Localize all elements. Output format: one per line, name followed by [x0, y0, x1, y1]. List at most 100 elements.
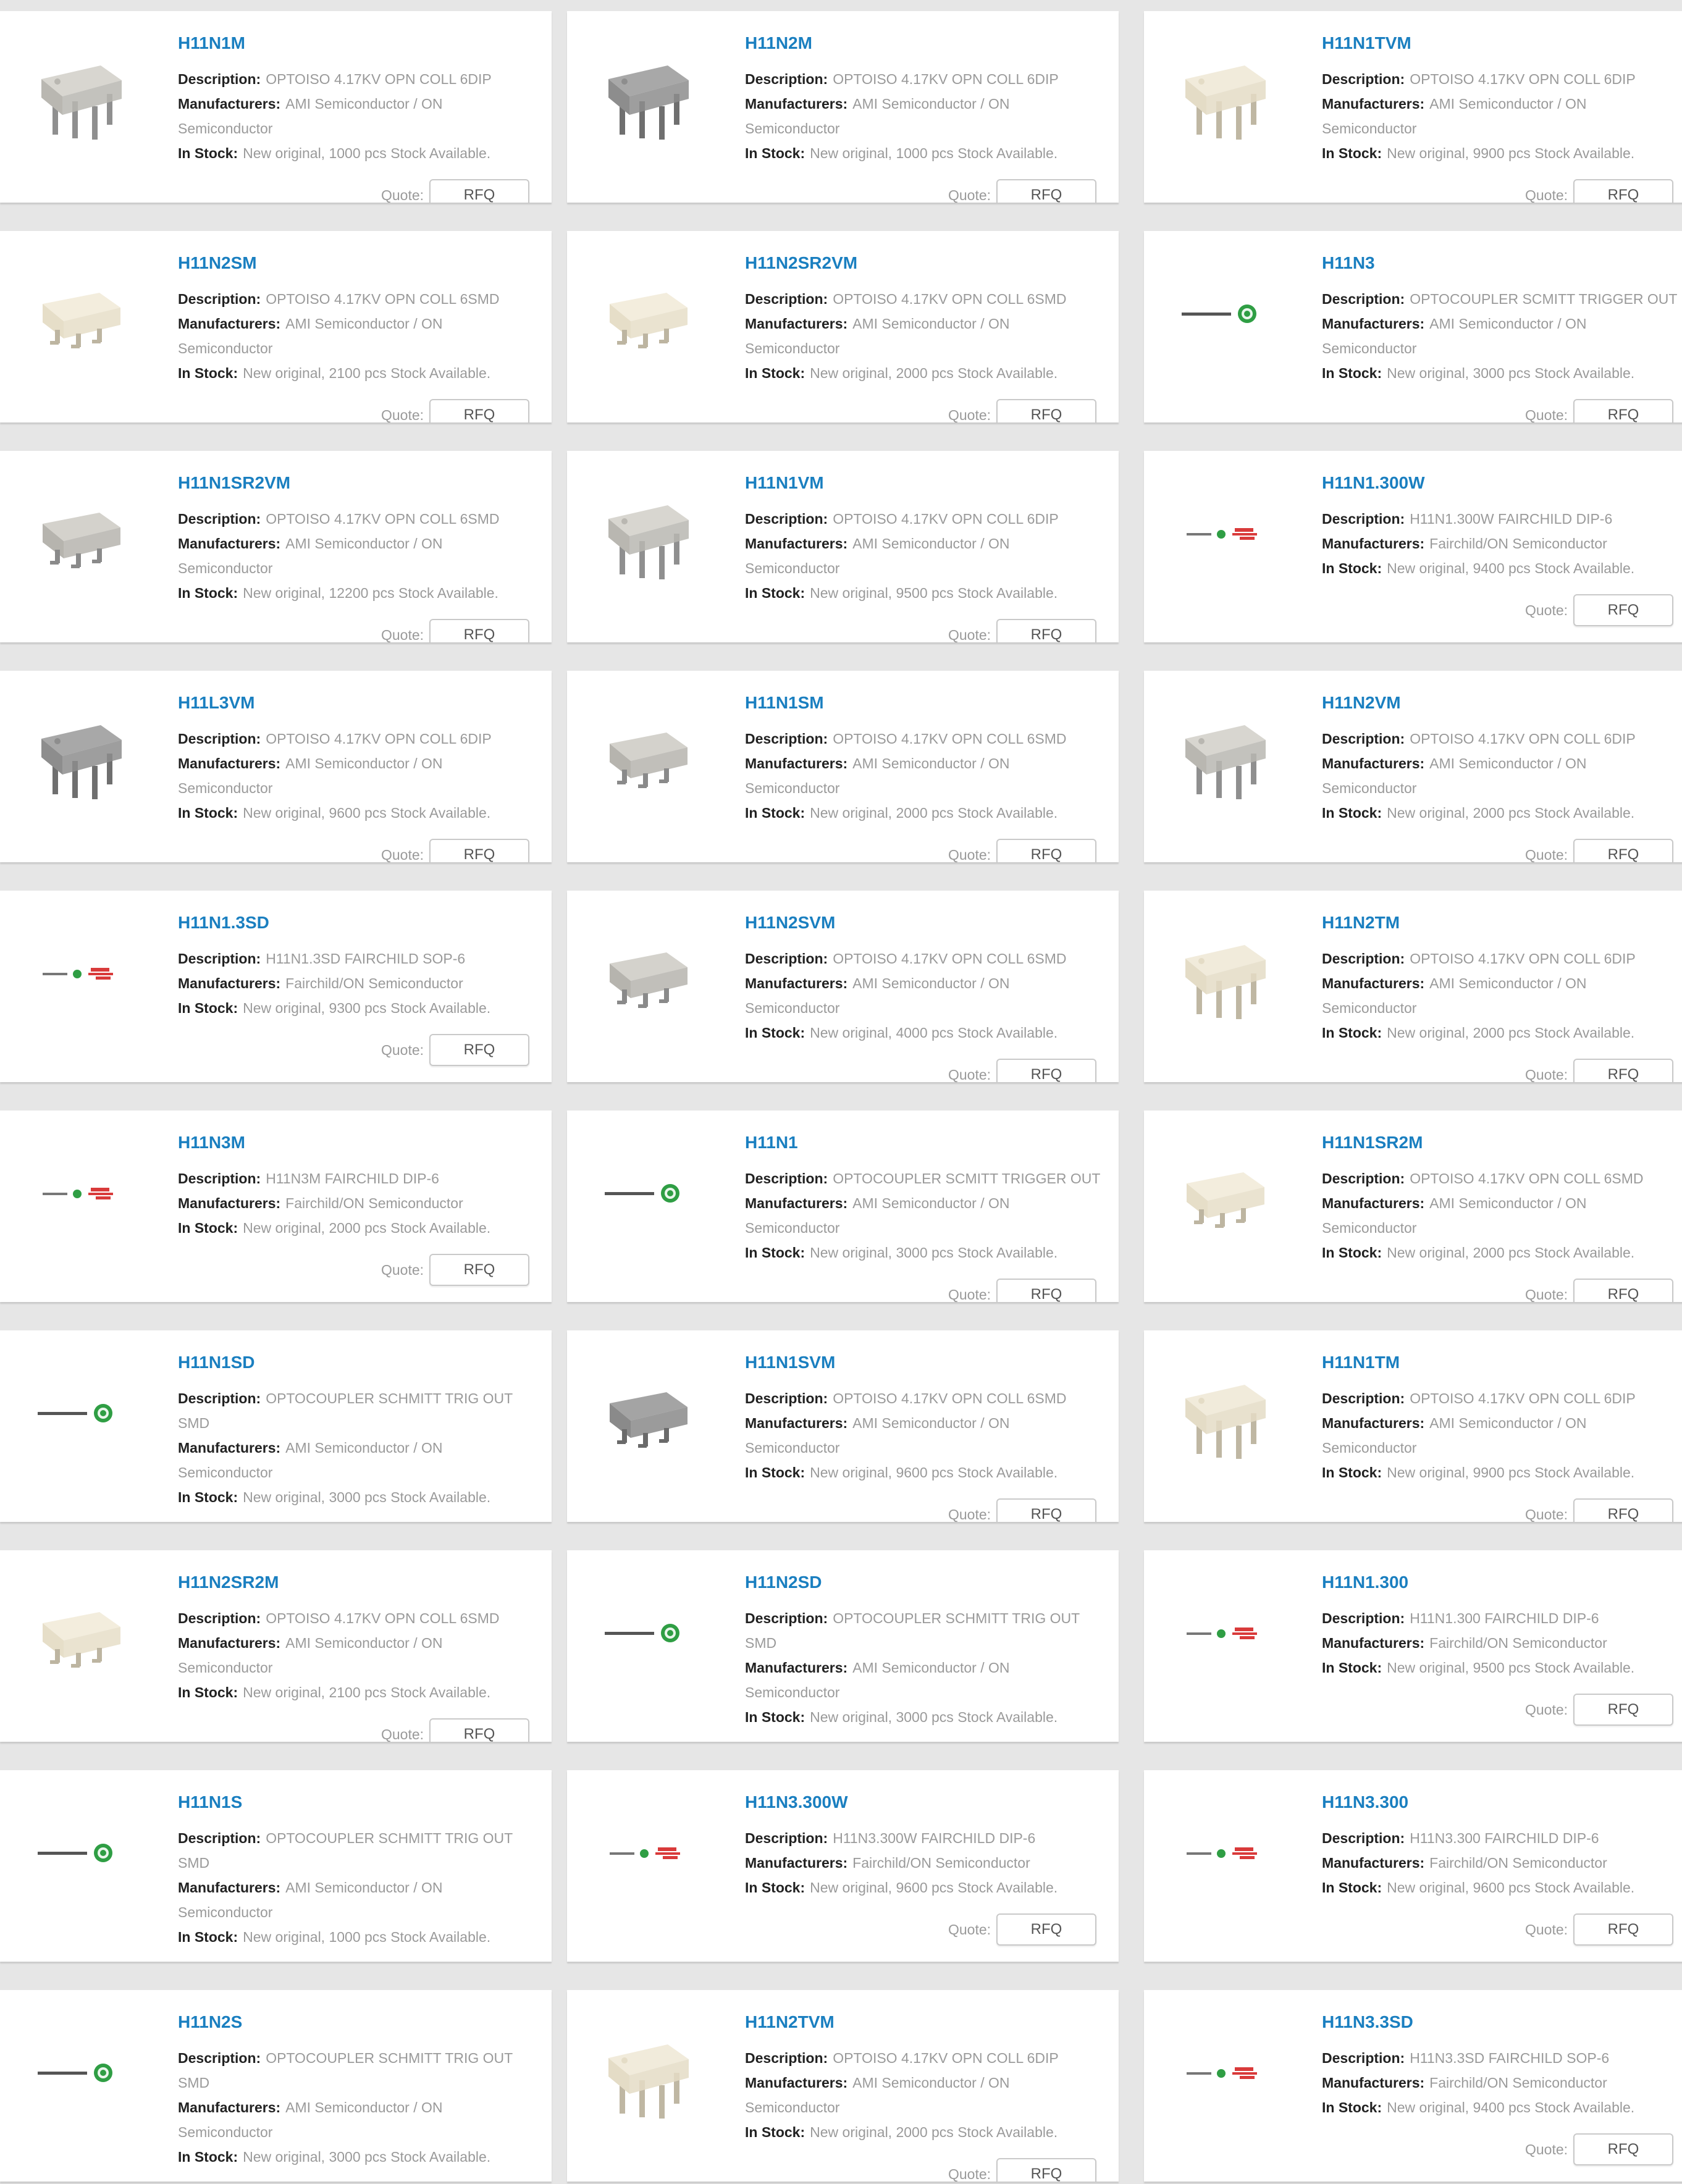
rfq-button[interactable]: RFQ [996, 1913, 1096, 1946]
product-title-link[interactable]: H11N1M [178, 33, 245, 53]
rfq-button[interactable]: RFQ [1573, 179, 1673, 203]
product-image[interactable] [12, 2004, 148, 2143]
product-title-link[interactable]: H11N3.3SD [1322, 2012, 1413, 2032]
product-image[interactable] [12, 1124, 148, 1264]
product-title-link[interactable]: H11N1SM [745, 693, 824, 713]
product-title-link[interactable]: H11N1.300W [1322, 473, 1425, 493]
product-image[interactable] [579, 684, 715, 824]
rfq-button[interactable]: RFQ [1573, 2133, 1673, 2165]
product-image[interactable] [1156, 2004, 1292, 2143]
product-title-link[interactable]: H11N1VM [745, 473, 824, 493]
rfq-button[interactable]: RFQ [429, 179, 529, 203]
rfq-button[interactable]: RFQ [1573, 594, 1673, 626]
description-label: Description: [178, 951, 261, 967]
product-image[interactable] [579, 1344, 715, 1484]
product-image[interactable] [579, 1784, 715, 1923]
product-title-link[interactable]: H11N2TM [1322, 913, 1400, 933]
product-title-link[interactable]: H11N2VM [1322, 693, 1401, 713]
rfq-button[interactable]: RFQ [1573, 1694, 1673, 1726]
product-image[interactable] [579, 904, 715, 1044]
chip-dip-cream-icon [1172, 1361, 1277, 1466]
product-title-link[interactable]: H11N2S [178, 2012, 242, 2032]
rfq-button[interactable]: RFQ [996, 399, 1096, 422]
product-image[interactable] [1156, 1564, 1292, 1703]
product-title-link[interactable]: H11N1S [178, 1792, 242, 1812]
rfq-button[interactable]: RFQ [429, 1254, 529, 1286]
product-title-link[interactable]: H11N2SR2M [178, 1573, 279, 1592]
product-image[interactable] [1156, 1124, 1292, 1264]
product-title-link[interactable]: H11N2SD [745, 1573, 822, 1592]
rfq-button[interactable]: RFQ [429, 839, 529, 862]
stock-label: In Stock: [745, 585, 805, 601]
product-title-link[interactable]: H11N1.3SD [178, 913, 269, 933]
rfq-button[interactable]: RFQ [429, 399, 529, 422]
product-image[interactable] [12, 1564, 148, 1703]
product-title-link[interactable]: H11N2SM [178, 253, 257, 273]
product-title-link[interactable]: H11N1.300 [1322, 1573, 1408, 1592]
product-image[interactable] [12, 904, 148, 1044]
rfq-button[interactable]: RFQ [1573, 1279, 1673, 1302]
product-title-link[interactable]: H11N3.300W [745, 1792, 848, 1812]
product-image[interactable] [12, 464, 148, 604]
product-card: H11N3.300W Description: H11N3.300W FAIRCHI… [567, 1770, 1119, 1962]
product-title-link[interactable]: H11N1TM [1322, 1353, 1400, 1372]
rfq-button[interactable]: RFQ [1573, 1059, 1673, 1082]
rfq-button[interactable]: RFQ [996, 1279, 1096, 1302]
product-title-link[interactable]: H11N1TVM [1322, 33, 1411, 53]
stock-field: In Stock: New original, 2000 pcs Stock Av… [1322, 1240, 1634, 1265]
product-title-link[interactable]: H11N2M [745, 33, 812, 53]
quote-label: Quote: [381, 847, 424, 862]
product-title-link[interactable]: H11L3VM [178, 693, 255, 713]
product-image[interactable] [12, 245, 148, 384]
product-image[interactable] [12, 25, 148, 164]
rfq-button[interactable]: RFQ [1573, 1498, 1673, 1522]
stock-field: In Stock: New original, 2100 pcs Stock Av… [178, 1680, 490, 1705]
product-image[interactable] [579, 2004, 715, 2143]
product-image[interactable] [12, 1784, 148, 1923]
rfq-button[interactable]: RFQ [996, 839, 1096, 862]
manufacturers-value: AMI Semiconductor / ON [285, 755, 443, 771]
product-title-link[interactable]: H11N1 [745, 1133, 798, 1153]
rfq-button[interactable]: RFQ [996, 179, 1096, 203]
product-image[interactable] [1156, 245, 1292, 384]
product-image[interactable] [1156, 1344, 1292, 1484]
product-title-link[interactable]: H11N1SD [178, 1353, 255, 1372]
rfq-button[interactable]: RFQ [996, 2158, 1096, 2182]
product-image[interactable] [1156, 464, 1292, 604]
rfq-button[interactable]: RFQ [429, 619, 529, 642]
product-title-link[interactable]: H11N2TVM [745, 2012, 835, 2032]
rfq-button[interactable]: RFQ [429, 1718, 529, 1742]
rfq-button[interactable]: RFQ [1573, 1913, 1673, 1946]
product-image[interactable] [12, 1344, 148, 1484]
manufacturers-value-cont: Semiconductor [178, 340, 273, 356]
product-image[interactable] [579, 25, 715, 164]
product-image[interactable] [579, 464, 715, 604]
product-title-link[interactable]: H11N3M [178, 1133, 245, 1153]
rfq-button[interactable]: RFQ [429, 1034, 529, 1066]
description-field: Description: OPTOISO 4.17KV OPN COLL 6SMD [745, 726, 1067, 751]
product-title-link[interactable]: H11N1SR2VM [178, 473, 290, 493]
rfq-button[interactable]: RFQ [1573, 839, 1673, 862]
product-image[interactable] [1156, 25, 1292, 164]
product-image[interactable] [1156, 684, 1292, 824]
product-card: H11N1.3SD Description: H11N1.3SD FAIRCHILD… [0, 891, 552, 1082]
rfq-button[interactable]: RFQ [996, 1059, 1096, 1082]
product-image[interactable] [1156, 1784, 1292, 1923]
product-title-link[interactable]: H11N3.300 [1322, 1792, 1408, 1812]
rfq-button[interactable]: RFQ [996, 1498, 1096, 1522]
product-title-link[interactable]: H11N1SVM [745, 1353, 835, 1372]
product-image[interactable] [579, 1124, 715, 1264]
rfq-button[interactable]: RFQ [996, 619, 1096, 642]
rfq-button[interactable]: RFQ [1573, 399, 1673, 422]
description-label: Description: [745, 1610, 828, 1626]
product-image[interactable] [579, 1564, 715, 1703]
product-image[interactable] [12, 684, 148, 824]
product-image[interactable] [1156, 904, 1292, 1044]
product-title-link[interactable]: H11N2SR2VM [745, 253, 857, 273]
product-image[interactable] [579, 245, 715, 384]
stock-field: In Stock: New original, 2000 pcs Stock Av… [745, 800, 1058, 825]
product-title-link[interactable]: H11N3 [1322, 253, 1375, 273]
product-title-link[interactable]: H11N2SVM [745, 913, 835, 933]
product-title-link[interactable]: H11N1SR2M [1322, 1133, 1423, 1153]
manufacturers-field: Manufacturers: AMI Semiconductor / ON [745, 531, 1010, 556]
